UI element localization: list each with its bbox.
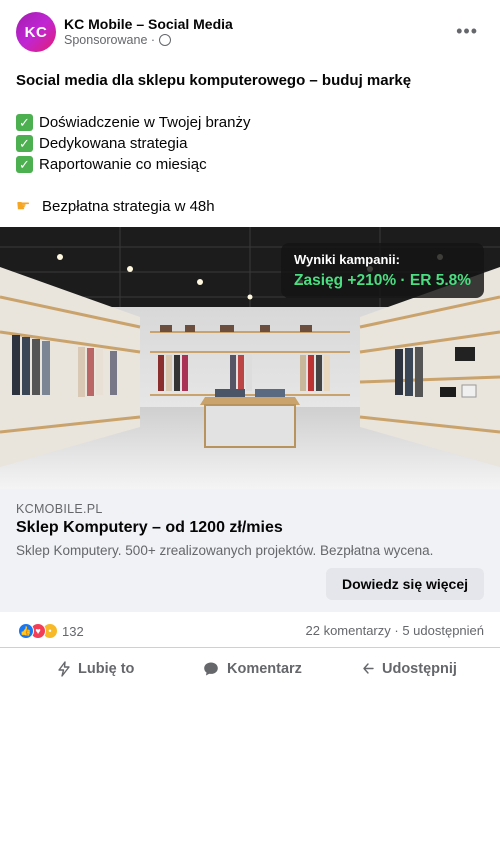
offer-text: Bezpłatna strategia w 48h	[42, 198, 215, 215]
bullet-text: Dedykowana strategia	[39, 135, 188, 152]
pointing-hand-icon: ☛	[16, 198, 31, 215]
check-icon: ✓	[16, 156, 33, 173]
lightning-icon	[58, 661, 70, 677]
bullet-item: ✓ Doświadczenie w Twojej branży	[16, 112, 486, 133]
learn-more-button[interactable]: Dowiedz się więcej	[326, 568, 484, 600]
offer-line: ☛ Bezpłatna strategia w 48h	[16, 196, 486, 217]
link-domain: KCMOBILE.PL	[16, 502, 103, 516]
globe-icon	[159, 34, 172, 46]
comment-icon	[204, 662, 218, 676]
comment-button[interactable]: Komentarz	[203, 654, 302, 684]
check-icon: ✓	[16, 114, 33, 131]
like-reaction-icon: 👍	[18, 623, 34, 639]
post-headline: Social media dla sklepu komputerowego – …	[16, 72, 412, 89]
reaction-count: 132	[62, 623, 84, 639]
more-options-icon[interactable]: •••	[456, 22, 478, 40]
campaign-results-overlay: Wyniki kampanii: Zasięg +210% · ER 5.8%	[281, 243, 484, 298]
page-name-link[interactable]: KC Mobile – Social Media	[64, 16, 233, 32]
bullet-text: Raportowanie co miesiąc	[39, 156, 207, 173]
share-arrow-icon	[363, 663, 374, 674]
ad-image[interactable]: Wyniki kampanii: Zasięg +210% · ER 5.8%	[0, 227, 500, 489]
reactions-summary[interactable]: 👍 ♥ • 132	[18, 623, 84, 639]
engagement-stats: 👍 ♥ • 132 22 komentarzy · 5 udostępnień	[0, 612, 500, 648]
sponsored-label[interactable]: Sponsorowane ·	[64, 33, 172, 47]
share-button[interactable]: Udostępnij	[362, 654, 457, 684]
bullet-item: ✓ Dedykowana strategia	[16, 133, 486, 154]
post-actions: Lubię to Komentarz Udostępnij	[0, 648, 500, 690]
comments-shares-count[interactable]: 22 komentarzy · 5 udostępnień	[306, 623, 485, 638]
overlay-title: Wyniki kampanii:	[294, 252, 400, 267]
comment-label: Komentarz	[227, 661, 302, 677]
sponsored-text: Sponsorowane ·	[64, 33, 156, 47]
post-body: Social media dla sklepu komputerowego – …	[16, 70, 486, 217]
post-header: KC KC Mobile – Social Media Sponsorowane…	[0, 0, 500, 60]
link-description: Sklep Komputery. 500+ zrealizowanych pro…	[16, 543, 434, 558]
share-label: Udostępnij	[382, 661, 457, 677]
link-title: Sklep Komputery – od 1200 zł/mies	[16, 519, 283, 536]
check-icon: ✓	[16, 135, 33, 152]
page-avatar[interactable]: KC	[16, 12, 56, 52]
like-label: Lubię to	[78, 661, 135, 677]
bullet-item: ✓ Raportowanie co miesiąc	[16, 154, 486, 175]
like-button[interactable]: Lubię to	[58, 654, 134, 684]
link-preview-card[interactable]: KCMOBILE.PL Sklep Komputery – od 1200 zł…	[0, 489, 500, 612]
overlay-metric: Zasięg +210% · ER 5.8%	[294, 272, 472, 289]
bullet-text: Doświadczenie w Twojej branży	[39, 114, 251, 131]
